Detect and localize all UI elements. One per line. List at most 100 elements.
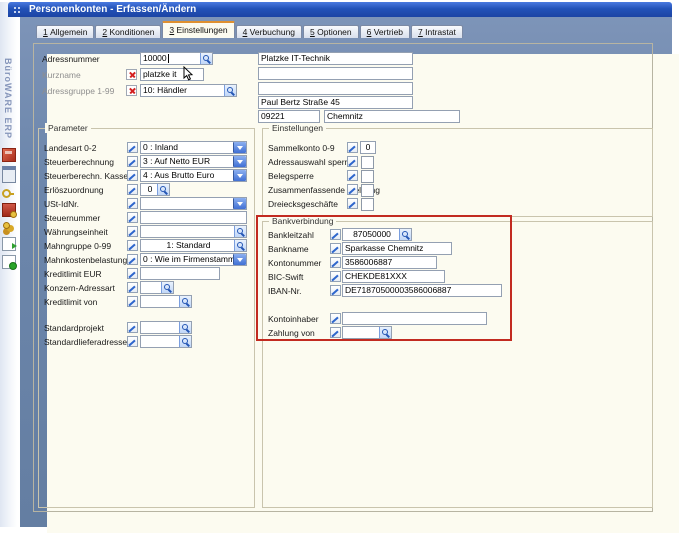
kreditlimit-von-field[interactable] xyxy=(140,295,192,308)
clear-field-icon[interactable] xyxy=(126,69,137,80)
edit-field-icon[interactable] xyxy=(330,285,341,296)
zahlung-von-field[interactable] xyxy=(342,326,392,339)
edit-field-icon[interactable] xyxy=(127,198,138,209)
ust-idnr-field[interactable] xyxy=(140,197,247,210)
street-field[interactable]: Paul Bertz Straße 45 xyxy=(258,96,413,109)
dropdown-arrow-icon[interactable] xyxy=(233,156,246,167)
steuerberechnung-field[interactable]: 3 : Auf Netto EUR xyxy=(140,155,247,168)
street-field-value: Paul Bertz Straße 45 xyxy=(259,97,412,108)
edit-field-icon[interactable] xyxy=(330,243,341,254)
standardprojekt-field[interactable] xyxy=(140,321,192,334)
steuerberechn-kasse-field[interactable]: 4 : Aus Brutto Euro xyxy=(140,169,247,182)
edit-field-icon[interactable] xyxy=(347,156,358,167)
tab-optionen[interactable]: 5 Optionen xyxy=(303,25,359,38)
ledger-coins-icon[interactable] xyxy=(2,203,16,217)
bic-swift-field[interactable]: CHEKDE81XXX xyxy=(342,270,445,283)
lookup-icon[interactable] xyxy=(234,240,246,251)
dropdown-arrow-icon[interactable] xyxy=(233,254,246,265)
address-line3-field[interactable] xyxy=(258,82,413,95)
belegsperre-checkbox[interactable] xyxy=(361,170,374,183)
standardlieferadresse-label: Standardlieferadresse xyxy=(44,337,127,347)
adressnummer-field[interactable]: 10000 xyxy=(140,52,213,65)
ust-idnr-label: USt-IdNr. xyxy=(44,199,79,209)
coins-icon[interactable] xyxy=(2,221,14,233)
adressauswahl-sperren-checkbox[interactable] xyxy=(361,156,374,169)
edit-field-icon[interactable] xyxy=(127,322,138,333)
bankleitzahl-field[interactable]: 87050000 xyxy=(342,228,412,241)
edit-field-icon[interactable] xyxy=(127,296,138,307)
lookup-icon[interactable] xyxy=(179,336,191,347)
kontonummer-field[interactable]: 3586006887 xyxy=(342,256,437,269)
edit-field-icon[interactable] xyxy=(330,229,341,240)
währungseinheit-field[interactable] xyxy=(140,225,247,238)
kreditlimit-eur-field[interactable] xyxy=(140,267,220,280)
standardlieferadresse-field[interactable] xyxy=(140,335,192,348)
edit-field-icon[interactable] xyxy=(330,257,341,268)
lookup-icon[interactable] xyxy=(234,226,246,237)
edit-field-icon[interactable] xyxy=(330,313,341,324)
tab-verbuchung[interactable]: 4 Verbuchung xyxy=(236,25,302,38)
tab-intrastat[interactable]: 7 Intrastat xyxy=(411,25,463,38)
edit-field-icon[interactable] xyxy=(127,268,138,279)
edit-field-icon[interactable] xyxy=(127,226,138,237)
tab-konditionen[interactable]: 2 Konditionen xyxy=(95,25,161,38)
edit-field-icon[interactable] xyxy=(127,212,138,223)
edit-field-icon[interactable] xyxy=(127,282,138,293)
sammelkonto-0-9-field[interactable]: 0 xyxy=(360,141,376,154)
company-name-field[interactable]: Platzke IT-Technik xyxy=(258,52,413,65)
key-icon[interactable] xyxy=(2,187,14,199)
lookup-icon[interactable] xyxy=(224,85,236,96)
lookup-icon[interactable] xyxy=(157,184,169,195)
register-icon[interactable] xyxy=(2,148,16,162)
edit-field-icon[interactable] xyxy=(127,156,138,167)
dropdown-arrow-icon[interactable] xyxy=(233,198,246,209)
tab-label: Allgemein xyxy=(48,27,88,37)
dropdown-arrow-icon[interactable] xyxy=(233,170,246,181)
landesart-0-2-field[interactable]: 0 : Inland xyxy=(140,141,247,154)
iban-nr-field[interactable]: DE71870500003586006887 xyxy=(342,284,502,297)
steuernummer-field[interactable] xyxy=(140,211,247,224)
edit-field-icon[interactable] xyxy=(347,142,358,153)
document-status-icon[interactable] xyxy=(2,255,16,269)
zusammenfassende-meldung-checkbox[interactable] xyxy=(361,184,374,197)
zip-field[interactable]: 09221 xyxy=(258,110,320,123)
export-document-icon[interactable] xyxy=(2,237,16,251)
address-line2-field[interactable] xyxy=(258,67,413,80)
mahngruppe-0-99-field[interactable]: 1: Standard xyxy=(140,239,247,252)
edit-field-icon[interactable] xyxy=(347,170,358,181)
adressgruppe-1-99-field[interactable]: 10: Händler xyxy=(140,84,237,97)
window-titlebar[interactable]: Personenkonten - Erfassen/Ändern xyxy=(8,2,672,17)
erlöszuordnung-field[interactable]: 0 xyxy=(140,183,170,196)
lookup-icon[interactable] xyxy=(200,53,212,64)
edit-field-icon[interactable] xyxy=(127,170,138,181)
konzern-adressart-field[interactable] xyxy=(140,281,174,294)
edit-field-icon[interactable] xyxy=(127,142,138,153)
edit-field-icon[interactable] xyxy=(127,336,138,347)
edit-field-icon[interactable] xyxy=(347,198,358,209)
tab-vertrieb[interactable]: 6 Vertrieb xyxy=(360,25,410,38)
kontoinhaber-field[interactable] xyxy=(342,312,487,325)
standardprojekt-label: Standardprojekt xyxy=(44,323,104,333)
lookup-icon[interactable] xyxy=(179,296,191,307)
dreiecksgeschäfte-checkbox[interactable] xyxy=(361,198,374,211)
mahnkostenbelastung-field[interactable]: 0 : Wie im Firmenstamm eing xyxy=(140,253,247,266)
tab-allgemein[interactable]: 1 Allgemein xyxy=(36,25,94,38)
tab-einstellungen[interactable]: 3 Einstellungen xyxy=(162,21,234,38)
clear-field-icon[interactable] xyxy=(126,85,137,96)
lookup-icon[interactable] xyxy=(179,322,191,333)
edit-field-icon[interactable] xyxy=(127,184,138,195)
edit-field-icon[interactable] xyxy=(127,254,138,265)
edit-field-icon[interactable] xyxy=(330,327,341,338)
lookup-icon[interactable] xyxy=(379,327,391,338)
bankname-field[interactable]: Sparkasse Chemnitz xyxy=(342,242,452,255)
edit-field-icon[interactable] xyxy=(330,271,341,282)
lookup-icon[interactable] xyxy=(399,229,411,240)
app-brand: BüroWARE ERP xyxy=(3,58,13,139)
lookup-icon[interactable] xyxy=(161,282,173,293)
edit-field-icon[interactable] xyxy=(127,240,138,251)
edit-field-icon[interactable] xyxy=(347,184,358,195)
window-icon[interactable] xyxy=(2,166,16,183)
dropdown-arrow-icon[interactable] xyxy=(233,142,246,153)
tab-label: Einstellungen xyxy=(174,25,227,35)
city-field[interactable]: Chemnitz xyxy=(324,110,460,123)
